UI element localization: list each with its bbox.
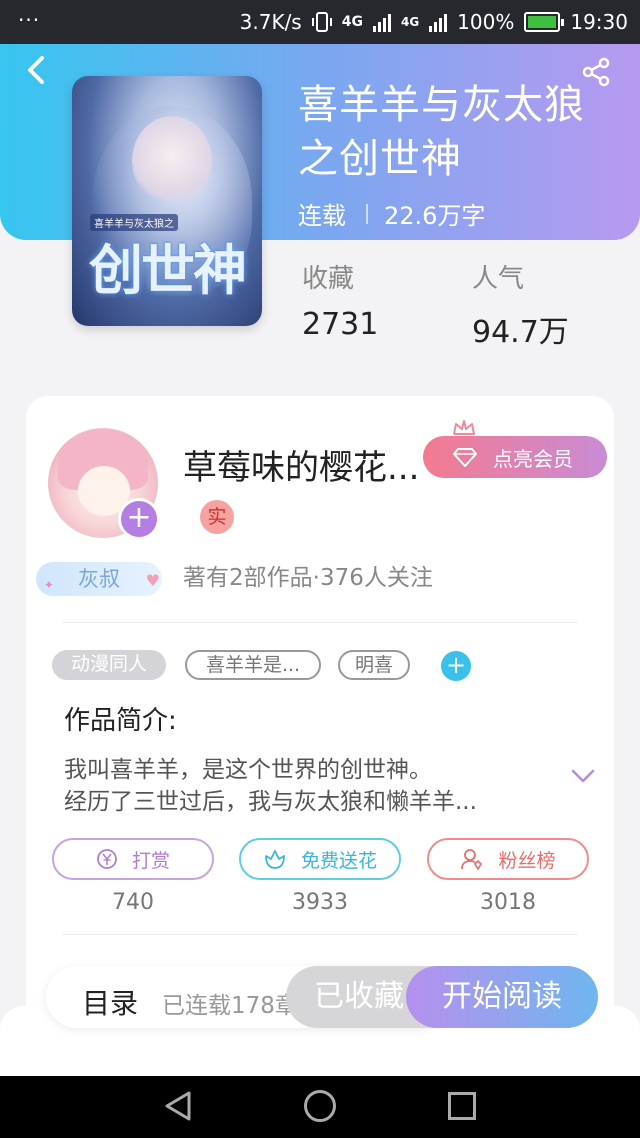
send-flower-button[interactable]: 免费送花 [239,838,401,880]
divider [62,622,578,623]
back-button[interactable] [22,52,62,92]
battery-percent: 100% [457,10,515,34]
stat-label: 收藏 [302,264,355,294]
tag-keyword[interactable]: 喜羊羊是... [185,650,321,680]
verified-badge: 实 [200,500,234,534]
fan-ranking-button[interactable]: 粉丝榜 [427,838,589,880]
add-tag-button[interactable]: + [441,651,471,681]
reward-label: 打赏 [131,849,170,872]
user-rank-icon [461,849,483,871]
network-type-1: 4G [341,14,363,30]
member-button-label: 点亮会员 [493,446,573,471]
cover-title-art: 创世神 [89,238,247,302]
stat-label: 人气 [472,264,525,294]
flower-label: 免费送花 [300,849,377,872]
nav-home-icon[interactable] [304,1090,336,1122]
tag-genre[interactable]: 动漫同人 [52,650,166,680]
nav-back-icon[interactable] [163,1090,193,1122]
flower-icon [265,850,285,869]
word-count: 22.6万字 [384,202,486,230]
nav-recent-icon[interactable] [448,1092,476,1120]
plus-icon: + [445,651,467,679]
flower-count: 3933 [292,890,348,915]
intro-title: 作品简介: [64,706,177,736]
toc-label[interactable]: 目录 [82,982,138,1022]
status-bar: ··· 3.7K/s 4G 4G 100% 19:30 [0,0,640,44]
chevron-down-icon[interactable] [570,766,596,786]
network-speed: 3.7K/s [239,10,302,34]
network-type-2: 4G [400,15,420,29]
book-cover[interactable]: 喜羊羊与灰太狼之 创世神 [72,76,262,326]
book-status: 连载 [298,202,346,230]
author-level-tag: 灰叔 [36,562,162,602]
intro-line: 经历了三世过后，我与灰太狼和懒羊羊... [64,789,477,815]
fans-label: 粉丝榜 [498,849,556,872]
battery-icon [524,12,565,32]
stat-popularity: 人气 94.7万 [472,258,569,351]
activate-membership-button[interactable]: 点亮会员 [423,436,607,478]
tag-pairing[interactable]: 明喜 [338,650,410,680]
yen-circle-icon [97,849,117,869]
book-meta: 连载 22.6万字 [298,196,485,231]
toc-status: 已连载178章 [162,993,296,1019]
stat-favorites: 收藏 2731 [302,258,378,342]
reward-button[interactable]: 打赏 [52,838,214,880]
intro-text[interactable]: 我叫喜羊羊，是这个世界的创世神。 经历了三世过后，我与灰太狼和懒羊羊... [64,754,564,818]
clock: 19:30 [570,10,628,34]
chevron-left-icon [28,56,44,84]
divider [62,934,578,935]
signal-icon-1 [372,12,391,32]
reward-count: 740 [112,890,154,915]
meta-divider [366,203,368,224]
author-name[interactable]: 草莓味的樱花... [183,440,419,489]
book-title: 喜羊羊与灰太狼之创世神 [298,82,585,182]
author-meta: 著有2部作品·376人关注 [183,565,433,591]
fans-count: 3018 [480,890,536,915]
vibrate-icon [311,12,332,32]
follow-author-button[interactable]: + [118,498,160,540]
start-reading-button[interactable]: 开始阅读 [406,966,598,1028]
stat-value: 94.7万 [472,315,569,350]
diamond-icon [453,448,477,467]
plus-icon: + [126,500,152,535]
signal-icon-2 [429,12,448,32]
notification-dots: ··· [18,8,41,32]
intro-line: 我叫喜羊羊，是这个世界的创世神。 [64,757,432,783]
stat-value: 2731 [302,307,379,342]
crown-icon [453,420,475,435]
